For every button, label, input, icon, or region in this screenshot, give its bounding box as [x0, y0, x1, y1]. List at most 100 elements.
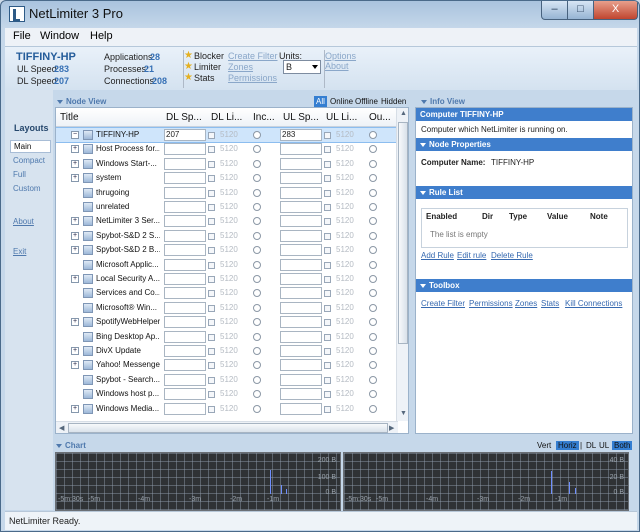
- incoming-radio[interactable]: [253, 145, 261, 154]
- permissions-link[interactable]: Permissions: [228, 73, 277, 83]
- ul-limit-checkbox[interactable]: [324, 261, 331, 269]
- feature-limiter[interactable]: Limiter: [194, 62, 221, 72]
- incoming-radio[interactable]: [253, 203, 261, 211]
- dl-limit-checkbox[interactable]: [208, 362, 215, 370]
- dl-speed-field[interactable]: [164, 186, 206, 199]
- dl-speed-field[interactable]: [164, 244, 206, 257]
- dl-speed-field[interactable]: [164, 402, 206, 415]
- horizontal-scrollbar[interactable]: ◀ ▶: [56, 421, 398, 433]
- column-title[interactable]: Title: [60, 112, 118, 123]
- outgoing-radio[interactable]: [369, 159, 377, 168]
- layout-main[interactable]: Main: [10, 140, 51, 153]
- outgoing-radio[interactable]: [369, 375, 377, 384]
- chart-horiz-mode[interactable]: Horiz: [556, 441, 579, 450]
- incoming-radio[interactable]: [253, 347, 261, 355]
- ul-speed-field[interactable]: 283: [280, 129, 322, 141]
- outgoing-radio[interactable]: [369, 174, 377, 183]
- dl-limit-checkbox[interactable]: [208, 348, 215, 355]
- expand-collapse-icon[interactable]: +: [71, 159, 79, 168]
- filter-offline[interactable]: Offline: [355, 96, 378, 107]
- chart-dl-mode[interactable]: DL: [586, 441, 596, 450]
- ul-speed-field[interactable]: [280, 244, 322, 257]
- dl-speed-field[interactable]: [164, 229, 206, 242]
- ul-limit-checkbox[interactable]: [324, 175, 331, 183]
- incoming-radio[interactable]: [253, 231, 261, 240]
- outgoing-radio[interactable]: [369, 246, 377, 255]
- ul-speed-field[interactable]: [280, 186, 322, 199]
- ul-limit-checkbox[interactable]: [324, 376, 331, 384]
- create-filter-link[interactable]: Create Filter: [228, 51, 278, 61]
- rule-column-value[interactable]: Value: [547, 212, 568, 221]
- zones-link[interactable]: Zones: [228, 62, 253, 72]
- rule-column-type[interactable]: Type: [509, 212, 527, 221]
- dl-speed-field[interactable]: [164, 143, 206, 156]
- table-row[interactable]: Windows host p... 5120 5120: [56, 387, 397, 401]
- menu-help[interactable]: Help: [90, 30, 113, 42]
- options-link[interactable]: Options: [325, 51, 356, 61]
- table-row[interactable]: unrelated 5120 5120: [56, 200, 397, 214]
- ul-speed-field[interactable]: [280, 316, 322, 329]
- ul-speed-field[interactable]: [280, 215, 322, 228]
- dl-speed-field[interactable]: [164, 172, 206, 185]
- ul-limit-checkbox[interactable]: [324, 232, 331, 240]
- dl-speed-field[interactable]: [164, 273, 206, 285]
- rule-column-dir[interactable]: Dir: [482, 212, 493, 221]
- incoming-radio[interactable]: [253, 318, 261, 327]
- dl-limit-checkbox[interactable]: [208, 160, 215, 168]
- incoming-radio[interactable]: [253, 159, 261, 168]
- expand-collapse-icon[interactable]: +: [71, 145, 79, 154]
- ul-speed-field[interactable]: [280, 330, 322, 343]
- computer-row[interactable]: − TIFFINY-HP 207 5120 283 5120: [56, 126, 398, 144]
- chart-both-mode[interactable]: Both: [612, 441, 633, 450]
- scroll-left-icon[interactable]: ◀: [59, 424, 64, 432]
- table-row[interactable]: + SpotifyWebHelper 5120 5120: [56, 315, 397, 329]
- dl-speed-field[interactable]: [164, 301, 206, 314]
- ul-limit-checkbox[interactable]: [324, 348, 331, 355]
- table-row[interactable]: + DivX Update 5120 5120: [56, 344, 397, 358]
- close-button[interactable]: X: [593, 1, 638, 20]
- dl-speed-field[interactable]: [164, 345, 206, 357]
- expand-collapse-icon[interactable]: +: [71, 318, 79, 327]
- incoming-radio[interactable]: [253, 217, 261, 226]
- table-row[interactable]: Bing Desktop Ap... 5120 5120: [56, 330, 397, 344]
- dl-limit-checkbox[interactable]: [208, 391, 215, 399]
- incoming-radio[interactable]: [253, 246, 261, 255]
- ul-speed-field[interactable]: [280, 373, 322, 386]
- toolbox-kill-connections[interactable]: Kill Connections: [565, 299, 622, 308]
- chart-ul-mode[interactable]: UL: [599, 441, 609, 450]
- ul-speed-field[interactable]: [280, 301, 322, 314]
- toolbox-stats[interactable]: Stats: [541, 299, 559, 308]
- table-row[interactable]: thrugoing 5120 5120: [56, 186, 397, 200]
- ul-limit-checkbox[interactable]: [324, 290, 331, 298]
- menu-file[interactable]: File: [13, 30, 31, 42]
- node-view-title[interactable]: Node View: [57, 97, 106, 106]
- ul-speed-field[interactable]: [280, 345, 322, 357]
- dl-limit-checkbox[interactable]: [208, 319, 215, 327]
- ul-speed-field[interactable]: [280, 388, 322, 401]
- scroll-up-icon[interactable]: ▲: [400, 110, 407, 117]
- filter-hidden[interactable]: Hidden: [381, 96, 406, 107]
- table-row[interactable]: + Windows Start-... 5120 5120: [56, 157, 397, 171]
- outgoing-radio[interactable]: [369, 318, 377, 327]
- feature-blocker[interactable]: Blocker: [194, 51, 224, 61]
- maximize-button[interactable]: □: [567, 1, 594, 20]
- layout-custom[interactable]: Custom: [13, 184, 41, 193]
- outgoing-radio[interactable]: [369, 203, 377, 211]
- add-rule-link[interactable]: Add Rule: [421, 251, 454, 260]
- dl-speed-field[interactable]: [164, 330, 206, 343]
- dl-speed-field[interactable]: [164, 201, 206, 213]
- table-row[interactable]: Microsoft® Win... 5120 5120: [56, 301, 397, 315]
- scroll-down-icon[interactable]: ▼: [400, 410, 407, 417]
- outgoing-radio[interactable]: [369, 404, 377, 413]
- table-row[interactable]: Services and Co... 5120 5120: [56, 286, 397, 300]
- expand-collapse-icon[interactable]: +: [71, 404, 79, 413]
- ul-limit-checkbox[interactable]: [324, 319, 331, 327]
- dl-speed-field[interactable]: [164, 157, 206, 170]
- incoming-radio[interactable]: [253, 188, 261, 197]
- dl-limit-checkbox[interactable]: [208, 232, 215, 240]
- menu-window[interactable]: Window: [40, 30, 79, 42]
- ul-speed-field[interactable]: [280, 258, 322, 271]
- expand-collapse-icon[interactable]: −: [71, 131, 79, 139]
- outgoing-radio[interactable]: [369, 361, 377, 370]
- outgoing-radio[interactable]: [369, 332, 377, 341]
